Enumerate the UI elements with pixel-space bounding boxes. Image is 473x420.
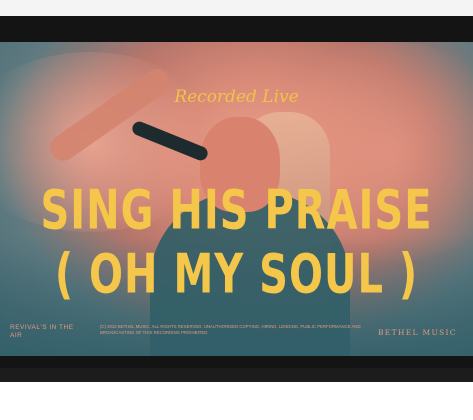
album-name: REVIVAL'S IN THE AIR	[10, 324, 74, 339]
video-player[interactable]: Recorded Live SING HIS PRAISE ( OH MY SO…	[0, 16, 473, 382]
video-frame[interactable]: Recorded Live SING HIS PRAISE ( OH MY SO…	[0, 42, 473, 356]
recorded-live-label: Recorded Live	[174, 87, 299, 107]
page-top-strip	[0, 0, 473, 16]
label-logo-text: BETHEL MUSIC	[378, 328, 457, 337]
player-bottom-bar	[0, 368, 473, 382]
song-title-line-1: SING HIS PRAISE	[40, 179, 433, 243]
song-title-line-2: ( OH MY SOUL )	[54, 243, 419, 307]
copyright-notice: (C) 2022 BETHEL MUSIC. ALL RIGHTS RESERV…	[100, 324, 361, 335]
